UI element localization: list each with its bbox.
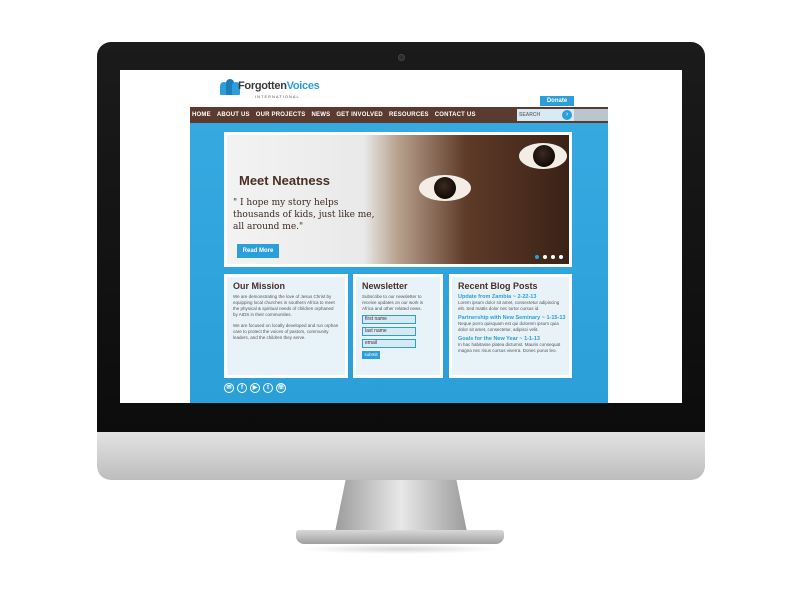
nav-item-our-projects[interactable]: OUR PROJECTS [256, 112, 306, 118]
nav-items: HOME ABOUT US OUR PROJECTS NEWS GET INVOLVED… [192, 107, 476, 123]
nav-item-contact-us[interactable]: CONTACT US [435, 112, 476, 118]
logo-subtitle: INTERNATIONAL [255, 94, 300, 99]
last-name-field[interactable]: last name [362, 327, 416, 336]
blog-post-excerpt: Neque porro quisquam est qui dolorem ips… [458, 321, 559, 332]
blog-title: Recent Blog Posts [458, 281, 538, 291]
logo-word-voices: Voices [286, 80, 320, 92]
mission-paragraph-1: We are demonstrating the love of Jesus C… [233, 294, 335, 317]
child-face-photo [407, 135, 569, 264]
left-eye [419, 175, 471, 201]
stand-shadow [300, 544, 500, 554]
hero-slider: Meet Neatness " I hope my story helps th… [224, 132, 572, 267]
camera-icon [398, 54, 405, 61]
slider-dot[interactable] [551, 255, 555, 259]
hero-image: Meet Neatness " I hope my story helps th… [227, 135, 569, 264]
slider-dot[interactable] [559, 255, 563, 259]
blog-panel: Recent Blog Posts Update from Zambia ~ 2… [449, 274, 572, 378]
mission-panel: Our Mission We are demonstrating the lov… [224, 274, 348, 378]
right-eye [519, 143, 567, 169]
hero-quote: " I hope my story helps thousands of kid… [233, 198, 375, 232]
monitor-bezel: ForgottenVoices INTERNATIONAL Donate HOM… [97, 42, 705, 432]
newsletter-title: Newsletter [362, 281, 408, 291]
nav-item-get-involved[interactable]: GET INVOLVED [336, 112, 383, 118]
blog-post-excerpt: In hac habitasse platea dictumst. Mauris… [458, 342, 561, 353]
monitor-stand-neck [335, 480, 467, 532]
search-icon[interactable]: › [562, 110, 572, 120]
twitter-icon[interactable]: t [263, 383, 273, 393]
logo-word-forgotten: Forgotten [238, 80, 287, 92]
youtube-icon[interactable]: ▶ [250, 383, 260, 393]
submit-button[interactable]: submit [362, 351, 380, 359]
website: ForgottenVoices INTERNATIONAL Donate HOM… [190, 70, 608, 403]
nav-item-home[interactable]: HOME [192, 112, 211, 118]
slider-dot[interactable] [543, 255, 547, 259]
logo-wordmark: ForgottenVoices [238, 80, 320, 92]
slider-dots [535, 255, 563, 259]
monitor-stand-foot [296, 530, 504, 544]
mission-title: Our Mission [233, 281, 286, 291]
mission-paragraph-2: We are focused on locally developed and … [233, 323, 339, 340]
monitor-chin [97, 432, 705, 480]
main-navigation: HOME ABOUT US OUR PROJECTS NEWS GET INVOLVED… [190, 107, 608, 123]
screen: ForgottenVoices INTERNATIONAL Donate HOM… [120, 70, 682, 403]
first-name-field[interactable]: first name [362, 315, 416, 324]
newsletter-panel: Newsletter Subscribe to our newsletter t… [353, 274, 443, 378]
people-logo-icon [220, 77, 240, 95]
newsletter-description: Subscribe to our newsletter to receive u… [362, 294, 424, 311]
search-input[interactable] [519, 110, 559, 120]
read-more-button[interactable]: Read More [237, 244, 279, 258]
nav-item-news[interactable]: NEWS [312, 112, 331, 118]
email-icon[interactable]: ✉ [224, 383, 234, 393]
donate-button[interactable]: Donate [540, 96, 574, 106]
email-field[interactable]: email [362, 339, 416, 348]
slider-dot[interactable] [535, 255, 539, 259]
stage: ForgottenVoices INTERNATIONAL Donate HOM… [0, 0, 800, 600]
nav-item-resources[interactable]: RESOURCES [389, 112, 429, 118]
hero-title: Meet Neatness [239, 173, 331, 188]
blog-post-excerpt: Lorem ipsum dolor sit amet, consectetur … [458, 300, 560, 311]
phone-icon[interactable]: ☏ [276, 383, 286, 393]
social-links: ✉ f ▶ t ☏ [224, 383, 286, 393]
nav-right-block [574, 109, 608, 121]
facebook-icon[interactable]: f [237, 383, 247, 393]
nav-item-about-us[interactable]: ABOUT US [217, 112, 250, 118]
imac-monitor: ForgottenVoices INTERNATIONAL Donate HOM… [97, 42, 705, 480]
logo[interactable]: ForgottenVoices INTERNATIONAL [220, 77, 320, 101]
search-box: › [517, 109, 574, 121]
